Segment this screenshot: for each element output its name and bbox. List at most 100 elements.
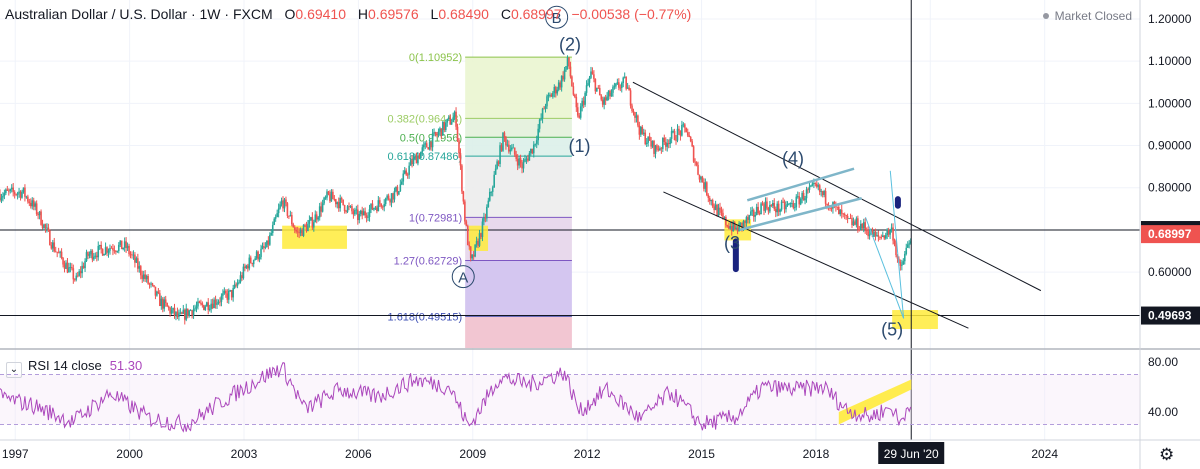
- candle-body: [274, 217, 277, 219]
- candle-body: [839, 209, 842, 215]
- candle-body: [308, 220, 311, 224]
- candle-body: [701, 176, 704, 183]
- candle-body: [881, 235, 884, 237]
- candle-body: [425, 143, 428, 148]
- candle-body: [299, 229, 302, 234]
- candle-body: [669, 138, 671, 145]
- candle-body: [481, 221, 484, 237]
- candle-body: [766, 201, 768, 208]
- candle-body: [327, 191, 330, 195]
- candle-body: [813, 183, 815, 184]
- candle-body: [100, 244, 102, 249]
- candle-body: [200, 302, 202, 304]
- candle-body: [119, 240, 122, 245]
- candle-body: [409, 160, 412, 166]
- candle-body: [84, 261, 86, 269]
- candle-body: [401, 181, 403, 185]
- candle-body: [532, 144, 535, 154]
- candle-body: [97, 246, 100, 258]
- candle-body: [197, 301, 199, 307]
- candle-body: [346, 206, 349, 212]
- candle-body: [905, 247, 908, 254]
- candle-body: [266, 240, 268, 248]
- candle-body: [465, 221, 468, 226]
- candle-body: [637, 115, 639, 126]
- candle-body: [815, 183, 818, 187]
- candle-body: [862, 222, 865, 229]
- candle-body: [541, 108, 544, 119]
- candle-body: [508, 144, 510, 152]
- candle-body: [90, 250, 92, 255]
- candle-body: [87, 252, 89, 256]
- candle-body: [572, 86, 575, 95]
- close-value: 0.68997: [510, 6, 562, 22]
- candle-body: [120, 240, 123, 250]
- candle-body: [264, 247, 267, 248]
- candle-body: [175, 311, 177, 316]
- candle-body: [733, 221, 736, 230]
- candle-body: [629, 90, 632, 106]
- candle-body: [135, 258, 138, 263]
- candle-body: [279, 204, 281, 209]
- candle-body: [323, 197, 325, 204]
- candle-body: [475, 241, 478, 245]
- candle-body: [543, 108, 545, 110]
- candle-body: [213, 299, 215, 309]
- rsi-tick-label: 80.00: [1148, 355, 1178, 369]
- candle-body: [487, 200, 490, 207]
- high-value: 0.69576: [368, 6, 419, 22]
- price-tick-label: 1.00000: [1148, 96, 1192, 110]
- candle-body: [505, 137, 507, 146]
- candle-body: [525, 158, 528, 160]
- candle-body: [232, 288, 234, 298]
- candle-body: [365, 215, 368, 218]
- candle-body: [139, 266, 142, 276]
- candle-body: [254, 258, 256, 261]
- candle-body: [645, 142, 648, 145]
- candle-body: [439, 128, 441, 132]
- candle-body: [368, 209, 371, 217]
- candle-body: [695, 162, 698, 165]
- candle-body: [207, 302, 210, 310]
- time-tick-label: 2003: [231, 447, 258, 461]
- candle-body: [843, 214, 846, 215]
- candle-body: [796, 196, 799, 198]
- candle-body: [172, 307, 174, 311]
- candle-body: [241, 275, 243, 279]
- candle-body: [247, 265, 249, 269]
- candle-body: [703, 182, 705, 189]
- chevron-down-icon[interactable]: ⌄: [6, 362, 22, 378]
- candle-body: [650, 140, 652, 147]
- candle-body: [858, 229, 861, 231]
- candle-body: [50, 245, 53, 249]
- rsi-label[interactable]: RSI 14 close: [28, 358, 102, 373]
- candle-body: [664, 141, 667, 147]
- candle-body: [408, 165, 410, 175]
- candle-body: [260, 248, 262, 258]
- candle-body: [619, 87, 622, 89]
- gear-icon[interactable]: ⚙: [1159, 445, 1174, 465]
- candle-body: [220, 295, 223, 302]
- candle-body: [901, 264, 903, 266]
- candle-body: [361, 210, 364, 216]
- candle-body: [692, 146, 695, 162]
- candle-body: [779, 209, 781, 212]
- candle-body: [675, 140, 677, 141]
- price-chart[interactable]: 0(1.10952)0.382(0.96448)0.5(0.91956)0.61…: [0, 0, 1200, 469]
- candle-body: [271, 224, 274, 233]
- candle-body: [720, 210, 723, 213]
- candle-body: [179, 312, 182, 314]
- candle-body: [46, 227, 48, 229]
- candle-body: [163, 299, 166, 309]
- candle-body: [6, 189, 9, 191]
- candle-body: [159, 293, 161, 306]
- candle-body: [85, 252, 88, 262]
- candle-body: [811, 183, 814, 186]
- candle-body: [167, 306, 170, 308]
- candle-body: [295, 229, 298, 232]
- symbol-title[interactable]: Australian Dollar / U.S. Dollar · 1W · F…: [5, 6, 273, 22]
- candle-body: [132, 254, 135, 256]
- candle-body: [160, 298, 163, 306]
- candle-body: [522, 161, 525, 169]
- candle-body: [855, 218, 858, 225]
